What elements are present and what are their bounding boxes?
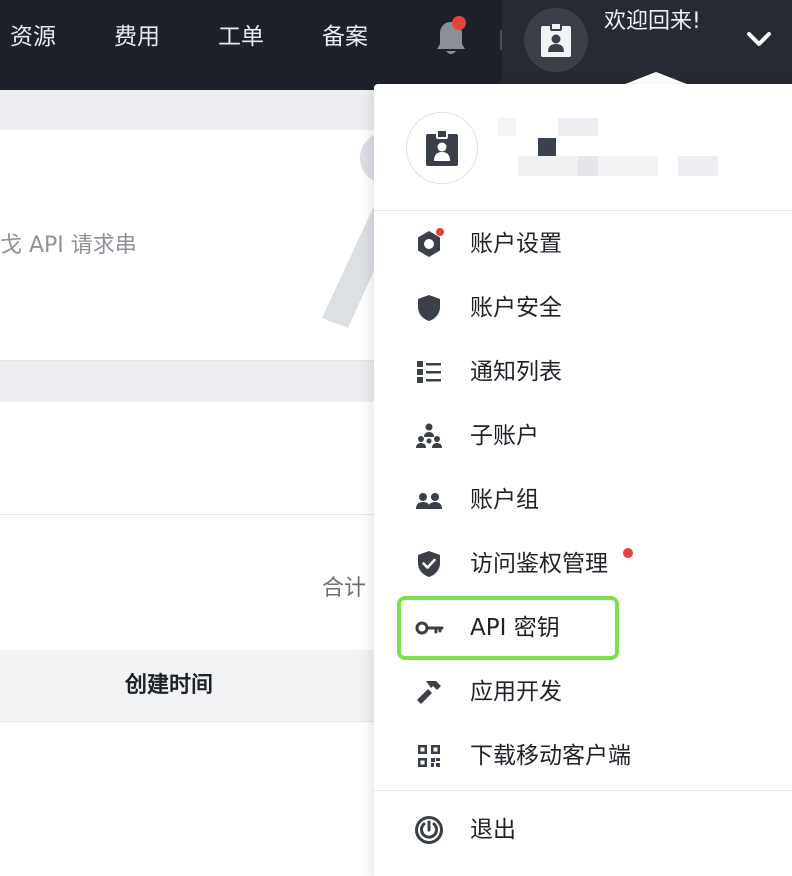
menu-label: 下载移动客户端 [470, 743, 631, 769]
menu-item-account-settings[interactable]: 账户设置 [374, 214, 792, 274]
panel-divider [0, 514, 380, 515]
qrcode-icon [418, 745, 440, 767]
chevron-down-icon[interactable] [742, 22, 776, 56]
column-header-created-time[interactable]: 创建时间 [125, 672, 213, 700]
menu-item-access-control[interactable]: 访问鉴权管理 [374, 534, 792, 594]
nav-item-billing[interactable]: 费用 [114, 20, 160, 54]
org-tree-icon [416, 423, 442, 448]
account-settings-badge-dot [436, 228, 444, 236]
welcome-text: 欢迎回来! [604, 9, 701, 34]
access-control-badge-dot [623, 548, 633, 558]
badge-icon [426, 129, 458, 166]
menu-item-download-mobile-app[interactable]: 下载移动客户端 [374, 726, 792, 786]
notification-dot [452, 16, 466, 30]
menu-label: 应用开发 [470, 679, 562, 705]
menu-label: 访问鉴权管理 [470, 551, 608, 577]
dropdown-divider [374, 790, 792, 791]
menu-item-app-development[interactable]: 应用开发 [374, 662, 792, 722]
shield-check-icon [418, 551, 440, 577]
hero-text: 戈 API 请求串 [0, 233, 137, 258]
total-label: 合计 [322, 576, 367, 601]
menu-label: 退出 [470, 817, 516, 843]
menu-item-account-groups[interactable]: 账户组 [374, 470, 792, 530]
menu-label: 账户组 [470, 487, 539, 513]
menu-item-account-security[interactable]: 账户安全 [374, 278, 792, 338]
power-icon [415, 816, 443, 844]
menu-label: 账户安全 [470, 295, 562, 321]
shield-icon [418, 295, 440, 321]
menu-label: 账户设置 [470, 231, 562, 257]
menu-label: 子账户 [470, 423, 539, 449]
user-avatar [524, 8, 588, 72]
nav-item-tickets[interactable]: 工单 [218, 20, 264, 54]
dropdown-divider [374, 210, 792, 211]
menu-item-notification-list[interactable]: 通知列表 [374, 342, 792, 402]
menu-label: 通知列表 [470, 359, 562, 385]
hammer-icon [417, 681, 441, 704]
profile-avatar [406, 112, 478, 184]
badge-icon [541, 22, 571, 57]
list-icon [417, 361, 441, 383]
nav-item-resources[interactable]: 资源 [10, 20, 56, 54]
highlight-box [397, 596, 619, 660]
group-icon [416, 493, 442, 509]
menu-item-logout[interactable]: 退出 [374, 800, 792, 860]
menu-item-sub-accounts[interactable]: 子账户 [374, 406, 792, 466]
nav-item-filing[interactable]: 备案 [322, 20, 368, 54]
